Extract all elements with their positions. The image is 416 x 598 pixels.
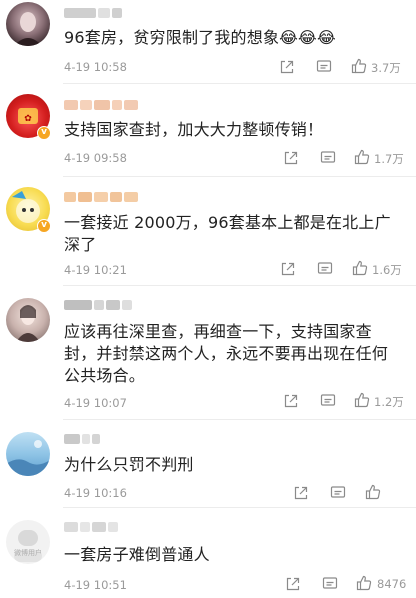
avatar[interactable]: 微博用户 [6, 520, 50, 564]
avatar-watermark: 微博用户 [14, 549, 42, 557]
comment-icon[interactable] [320, 150, 336, 166]
verified-badge-icon: v [37, 126, 51, 140]
share-icon[interactable] [280, 261, 296, 277]
avatar[interactable] [6, 432, 50, 476]
comment-text: 一套房子难倒普通人 [64, 545, 210, 564]
username-blurred[interactable] [64, 300, 132, 310]
avatar[interactable] [6, 298, 50, 342]
comment-text: 应该再往深里查，再细查一下，支持国家查封，并封禁这两个人，永远不要再出现在任何公… [64, 322, 389, 385]
username-blurred[interactable] [64, 8, 122, 18]
comment-time: 4-19 10:58 [64, 60, 127, 74]
comment-time: 4-19 09:58 [64, 151, 127, 165]
like-icon[interactable] [351, 58, 367, 74]
comment-item: 微博用户 一套房子难倒普通人 4-19 10:51 [0, 508, 416, 598]
like-count: 8476 [377, 577, 407, 591]
comment-icon[interactable] [317, 261, 333, 277]
comment-text: 96套房，贫穷限制了我的想象😂😂😂 [64, 28, 336, 47]
like-count: 3.7万 [371, 61, 401, 75]
share-icon[interactable] [279, 59, 295, 75]
comment-item: 为什么只罚不判刑 4-19 10:16 [0, 420, 416, 507]
like-icon[interactable] [356, 575, 372, 591]
share-icon[interactable] [293, 485, 309, 501]
share-icon[interactable] [283, 393, 299, 409]
like-icon[interactable] [352, 260, 368, 276]
verified-badge-icon: v [37, 219, 51, 233]
comment-icon[interactable] [320, 393, 336, 409]
comment-time: 4-19 10:16 [64, 486, 127, 500]
username-blurred[interactable] [64, 522, 118, 532]
like-icon[interactable] [354, 392, 370, 408]
like-icon[interactable] [365, 484, 381, 500]
like-icon[interactable] [354, 149, 370, 165]
comment-icon[interactable] [322, 576, 338, 592]
share-icon[interactable] [285, 576, 301, 592]
like-count: 1.7万 [374, 152, 404, 166]
comment-time: 4-19 10:51 [64, 578, 127, 592]
like-count: 1.2万 [374, 395, 404, 409]
comment-icon[interactable] [316, 59, 332, 75]
username-blurred[interactable] [64, 192, 138, 202]
svg-text:✿: ✿ [24, 114, 32, 124]
comment-time: 4-19 10:21 [64, 263, 127, 277]
comment-time: 4-19 10:07 [64, 396, 127, 410]
like-count: 1.6万 [372, 263, 402, 277]
username-blurred[interactable] [64, 100, 138, 110]
comment-icon[interactable] [330, 485, 346, 501]
comment-text: 支持国家查封，加大大力整顿传销！ [64, 120, 324, 139]
comment-text: 为什么只罚不判刑 [64, 455, 194, 474]
avatar[interactable] [6, 2, 50, 46]
share-icon[interactable] [283, 150, 299, 166]
username-blurred[interactable] [64, 434, 100, 444]
comment-text: 一套接近 2000万，96套基本上都是在北上广深了 [64, 213, 391, 254]
